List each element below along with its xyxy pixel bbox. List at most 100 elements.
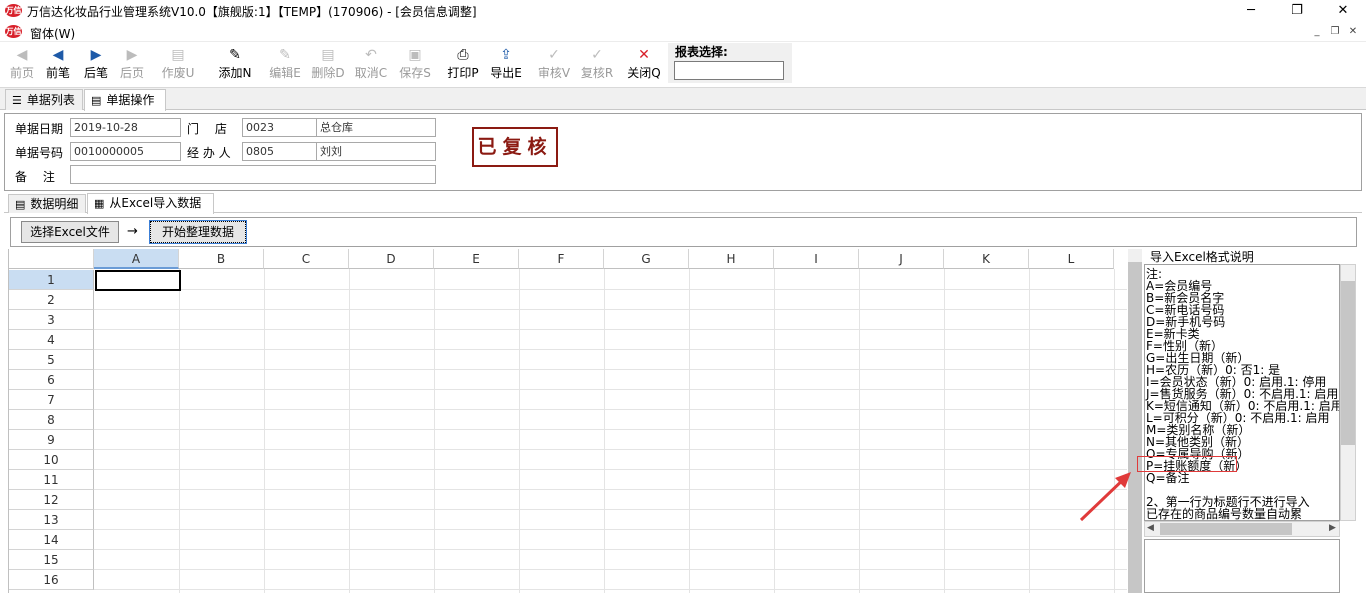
- review-icon: ✓: [591, 47, 603, 63]
- menu-window[interactable]: 窗体(W): [30, 25, 75, 42]
- row-header-4[interactable]: 4: [9, 330, 94, 350]
- active-cell[interactable]: [95, 270, 181, 291]
- spreadsheet-icon: ▦: [94, 197, 105, 210]
- add-button[interactable]: ✎ 添加N: [215, 45, 255, 85]
- tab-import-excel[interactable]: ▦ 从Excel导入数据: [87, 193, 214, 214]
- column-header-H[interactable]: H: [689, 249, 774, 269]
- grid-row-line: [94, 309, 1127, 310]
- column-header-F[interactable]: F: [519, 249, 604, 269]
- report-select-input[interactable]: [674, 61, 784, 80]
- help-hscroll-thumb[interactable]: [1160, 523, 1292, 535]
- save-button[interactable]: ▣ 保存S: [395, 45, 435, 85]
- column-header-E[interactable]: E: [434, 249, 519, 269]
- next-record-button[interactable]: ▶ 后笔: [76, 45, 116, 85]
- grid-corner[interactable]: [9, 249, 94, 269]
- close-window-button[interactable]: ✕: [1320, 0, 1366, 22]
- row-header-3[interactable]: 3: [9, 310, 94, 330]
- number-label: 单据号码: [15, 146, 64, 160]
- close-button[interactable]: ✕ 关闭Q: [624, 45, 664, 85]
- arrow-right-icon: →: [127, 224, 138, 239]
- grid-row-line: [94, 349, 1127, 350]
- prev-page-button[interactable]: ◀ 前页: [2, 45, 42, 85]
- scroll-right-icon[interactable]: ▶: [1329, 523, 1336, 533]
- row-header-6[interactable]: 6: [9, 370, 94, 390]
- grid-row-line: [94, 449, 1127, 450]
- column-header-B[interactable]: B: [179, 249, 264, 269]
- next-page-button[interactable]: ▶ 后页: [112, 45, 152, 85]
- edit-button[interactable]: ✎ 编辑E: [265, 45, 305, 85]
- prev-page-label: 前页: [9, 66, 34, 80]
- tab-data-detail[interactable]: ▤ 数据明细: [8, 194, 86, 213]
- scroll-left-icon[interactable]: ◀: [1147, 523, 1154, 533]
- row-header-8[interactable]: 8: [9, 410, 94, 430]
- review-button[interactable]: ✓ 复核R: [577, 45, 617, 85]
- remark-field[interactable]: [70, 165, 436, 184]
- help-textbox[interactable]: 注: A=会员编号 B=新会员名字 C=新电话号码 D=新手机号码 E=新卡类 F=性别（新…: [1144, 264, 1340, 521]
- row-header-14[interactable]: 14: [9, 530, 94, 550]
- edit-label: 编辑E: [269, 66, 301, 80]
- delete-button[interactable]: ▤ 删除D: [308, 45, 348, 85]
- cancel-button[interactable]: ↶ 取消C: [351, 45, 391, 85]
- mdi-restore-button[interactable]: ❐: [1327, 25, 1343, 39]
- grid-row-line: [94, 429, 1127, 430]
- prev-record-button[interactable]: ◀ 前笔: [38, 45, 78, 85]
- mdi-minimize-button[interactable]: _: [1309, 25, 1325, 39]
- row-header-16[interactable]: 16: [9, 570, 94, 590]
- print-label: 打印P: [447, 66, 479, 80]
- next-page-label: 后页: [119, 66, 144, 80]
- grid-row-line: [94, 329, 1127, 330]
- column-header-G[interactable]: G: [604, 249, 689, 269]
- row-header-2[interactable]: 2: [9, 290, 94, 310]
- export-button[interactable]: ⇪ 导出E: [486, 45, 526, 85]
- row-header-9[interactable]: 9: [9, 430, 94, 450]
- row-header-10[interactable]: 10: [9, 450, 94, 470]
- column-header-I[interactable]: I: [774, 249, 859, 269]
- row-header-15[interactable]: 15: [9, 550, 94, 570]
- grid-column-line: [1114, 269, 1115, 593]
- column-header-J[interactable]: J: [859, 249, 944, 269]
- column-header-D[interactable]: D: [349, 249, 434, 269]
- grid-row-line: [94, 469, 1127, 470]
- help-secondary-box: [1144, 539, 1340, 593]
- date-field[interactable]: 2019-10-28: [70, 118, 181, 137]
- grid-row-line: [94, 369, 1127, 370]
- grid-column-line: [774, 269, 775, 593]
- row-header-1[interactable]: 1: [9, 270, 94, 290]
- number-field[interactable]: 0010000005: [70, 142, 181, 161]
- column-header-A[interactable]: A: [94, 249, 179, 269]
- document-icon: ▤: [91, 94, 102, 107]
- reviewed-stamp: 已复核: [472, 127, 558, 167]
- tab-document-operation[interactable]: ▤ 单据操作: [84, 89, 166, 111]
- maximize-button[interactable]: ❐: [1274, 0, 1320, 22]
- help-scroll-thumb[interactable]: [1341, 281, 1355, 445]
- mdi-close-button[interactable]: ✕: [1345, 25, 1361, 39]
- audit-button[interactable]: ✓ 审核V: [534, 45, 574, 85]
- row-header-13[interactable]: 13: [9, 510, 94, 530]
- void-label: 作废U: [161, 66, 195, 80]
- choose-excel-button[interactable]: 选择Excel文件: [21, 221, 119, 243]
- column-header-L[interactable]: L: [1029, 249, 1114, 269]
- start-organize-button[interactable]: 开始整理数据: [149, 220, 247, 244]
- void-button[interactable]: ▤ 作废U: [158, 45, 198, 85]
- row-header-5[interactable]: 5: [9, 350, 94, 370]
- minimize-button[interactable]: ─: [1228, 0, 1274, 22]
- print-button[interactable]: ⎙ 打印P: [443, 45, 483, 85]
- spreadsheet-grid[interactable]: A B C D E F G H I J K L 1 2 3 4 5 6 7 8 9 10 11 12 13 14 15 16: [8, 249, 1127, 593]
- list-icon: ☰: [12, 94, 22, 107]
- column-header-K[interactable]: K: [944, 249, 1029, 269]
- toolbar: ◀ 前页 ◀ 前笔 ▶ 后笔 ▶ 后页 ▤ 作废U ✎ 添加N ✎ 编辑E ▤ 删除D ↶ 取消C…: [0, 43, 1366, 88]
- handler-code-field[interactable]: 0805: [242, 142, 317, 161]
- grid-row-line: [94, 409, 1127, 410]
- cancel-label: 取消C: [354, 66, 388, 80]
- row-header-11[interactable]: 11: [9, 470, 94, 490]
- add-icon: ✎: [229, 47, 241, 63]
- tab-document-list[interactable]: ☰ 单据列表: [5, 89, 83, 110]
- highlight-box: [1137, 456, 1237, 472]
- grid-row-line: [94, 589, 1127, 590]
- store-code-field[interactable]: 0023: [242, 118, 317, 137]
- grid-scroll-thumb[interactable]: [1128, 262, 1142, 593]
- title-bar: 万信 万信达化妆品行业管理系统V10.0【旗舰版:1】【TEMP】(170906…: [0, 0, 1366, 22]
- row-header-7[interactable]: 7: [9, 390, 94, 410]
- row-header-12[interactable]: 12: [9, 490, 94, 510]
- column-header-C[interactable]: C: [264, 249, 349, 269]
